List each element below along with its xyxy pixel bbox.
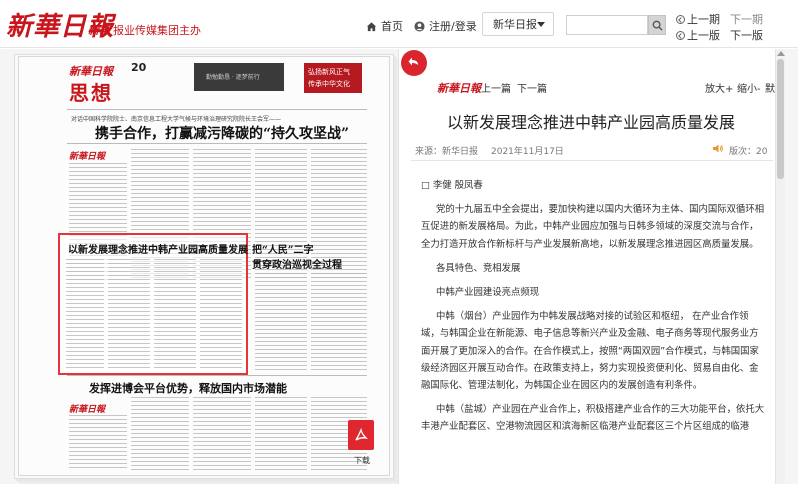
newspaper-banner-dark: 勤勉勤恳 · 逐梦前行 bbox=[194, 63, 284, 91]
selected-article-highlight[interactable]: 以新发展理念推进中韩产业园高质量发展 bbox=[58, 233, 248, 375]
article-text-column bbox=[108, 259, 150, 369]
reader-logo: 新華日報 bbox=[437, 82, 481, 95]
article-reader-panel: 新華日報 上一篇 下一篇 放大+ 缩小- 默认 以新发展理念推进中韩产业园高质量… bbox=[398, 49, 785, 484]
article-body: □ 李健 殷凤春 党的十九届五中全会提出，要加快构建以国内大循环为主体、国内国际… bbox=[421, 177, 767, 443]
zoom-in-button[interactable]: 放大+ bbox=[705, 80, 733, 95]
zoom-out-button[interactable]: 缩小- bbox=[737, 80, 761, 95]
banner-dark-text: 勤勉勤恳 · 逐梦前行 bbox=[206, 74, 260, 81]
home-icon bbox=[366, 21, 377, 31]
article-text-column bbox=[311, 273, 367, 373]
scrollbar-thumb[interactable] bbox=[777, 59, 784, 179]
divider bbox=[411, 160, 773, 161]
site-header: 新華日報 新華 报业传媒集团主办 首页 注册/登录 新华日报 上一期 下一期 上一… bbox=[0, 0, 798, 48]
publisher-tagline: 新華 报业传媒集团主办 bbox=[88, 22, 201, 38]
left-arrow-icon bbox=[676, 30, 685, 40]
article-subhead-right: 贯穿政治巡视全过程 bbox=[252, 260, 342, 271]
next-page-label: 下一版 bbox=[730, 29, 763, 42]
search-button[interactable] bbox=[648, 15, 666, 35]
back-arrow-icon bbox=[408, 57, 418, 66]
prev-page-link[interactable]: 上一版 bbox=[676, 27, 720, 43]
article-paragraph: 党的十九届五中全会提出，要加快构建以国内大循环为主体、国内国际双循环相互促进的新… bbox=[421, 204, 765, 250]
article-subheading: 各具特色、竞相发展 bbox=[436, 262, 521, 274]
speaker-icon[interactable] bbox=[712, 143, 724, 154]
newspaper-headline: 携手合作，打赢减污降碳的“持久攻坚战” bbox=[95, 126, 350, 142]
selected-article-title: 以新发展理念推进中韩产业园高质量发展 bbox=[68, 245, 248, 256]
article-paragraph: 中韩（盐城）产业园在产业合作上，积极搭建产业合作的三大功能平台，依托大丰港产业配… bbox=[421, 404, 765, 433]
divider bbox=[67, 375, 367, 376]
home-link[interactable]: 首页 bbox=[366, 18, 403, 34]
publisher-text: 报业传媒集团主办 bbox=[113, 24, 201, 37]
column-badge: 新華日報 bbox=[69, 405, 106, 415]
scroll-up-arrow-icon[interactable] bbox=[777, 51, 785, 56]
user-icon bbox=[414, 20, 425, 32]
article-title: 以新发展理念推进中韩产业园高质量发展 bbox=[447, 113, 736, 132]
article-text-column bbox=[154, 259, 196, 369]
article-text-column bbox=[131, 397, 189, 471]
next-issue-link[interactable]: 下一期 bbox=[730, 11, 763, 27]
article-text-column bbox=[193, 397, 251, 471]
search-input[interactable] bbox=[566, 15, 648, 35]
article-paragraph: 中韩（烟台）产业园作为中韩发展战略对接的试验区和枢纽， 在产业合作领域，与韩国企… bbox=[421, 311, 759, 392]
newspaper-section-title: 思想 bbox=[69, 81, 113, 105]
article-text-column bbox=[255, 273, 307, 373]
newspaper-banner-red: 弘扬新风正气 传承中华文化 bbox=[304, 63, 362, 93]
column-badge: 新華日報 bbox=[69, 152, 106, 162]
left-arrow-icon bbox=[676, 14, 685, 24]
next-page-link[interactable]: 下一版 bbox=[730, 27, 763, 43]
article-subheading: 中韩产业园建设亮点频现 bbox=[436, 287, 540, 299]
prev-issue-label: 上一期 bbox=[687, 13, 720, 26]
newspaper-kicker: 对话中国科学院院士、南京信息工程大学气候与环境治理研究院院长王会军—— bbox=[71, 116, 282, 123]
publisher-mini-logo: 新華 bbox=[88, 24, 110, 37]
divider bbox=[67, 109, 367, 110]
pdf-download-button[interactable] bbox=[348, 420, 374, 450]
prev-page-label: 上一版 bbox=[687, 29, 720, 42]
back-button[interactable] bbox=[401, 50, 427, 76]
reader-scrollbar[interactable] bbox=[775, 49, 785, 484]
article-source: 来源：新华日报 bbox=[415, 147, 479, 157]
pdf-download-label: 下载 bbox=[354, 456, 370, 465]
next-article-link[interactable]: 下一篇 bbox=[517, 80, 547, 95]
article-text-column bbox=[255, 397, 307, 471]
home-label: 首页 bbox=[381, 20, 403, 33]
article-text-column bbox=[200, 259, 242, 369]
login-label: 注册/登录 bbox=[429, 20, 477, 33]
prev-issue-link[interactable]: 上一期 bbox=[676, 11, 720, 27]
article-text-column bbox=[66, 259, 104, 369]
newspaper-select[interactable]: 新华日报 bbox=[482, 12, 554, 36]
article-headline-bottom: 发挥进博会平台优势，释放国内市场潜能 bbox=[89, 382, 287, 395]
article-date: 2021年11月17日 bbox=[491, 147, 564, 157]
prev-article-link[interactable]: 上一篇 bbox=[481, 80, 511, 95]
article-edition: 版次：20 bbox=[729, 147, 768, 157]
article-headline-right: 把“人民”二字 bbox=[252, 245, 314, 256]
newspaper-select-value: 新华日报 bbox=[493, 18, 537, 31]
chevron-down-icon bbox=[537, 22, 545, 27]
newspaper-page-number: 20 bbox=[131, 61, 147, 74]
login-link[interactable]: 注册/登录 bbox=[414, 18, 477, 34]
next-issue-label: 下一期 bbox=[730, 13, 763, 26]
pdf-icon bbox=[355, 427, 369, 441]
article-author: □ 李健 殷凤春 bbox=[421, 180, 483, 191]
divider bbox=[67, 143, 367, 144]
search-icon bbox=[652, 20, 663, 31]
article-text-column bbox=[69, 415, 127, 471]
